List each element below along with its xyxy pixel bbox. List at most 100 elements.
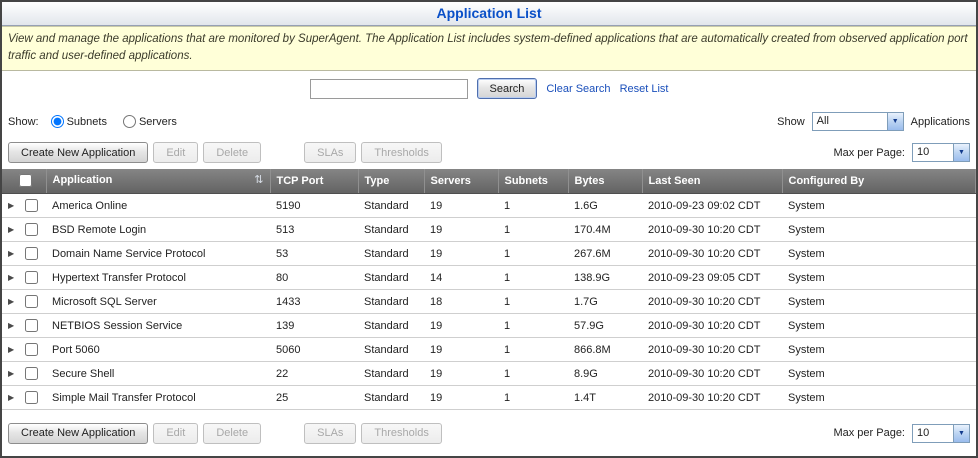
cell-last-seen: 2010-09-30 10:20 CDT bbox=[642, 338, 782, 362]
select-all-checkbox[interactable] bbox=[19, 174, 32, 187]
application-filter: Show All ▼ Applications bbox=[777, 112, 970, 131]
cell-configured-by: System bbox=[782, 218, 976, 242]
expand-arrow-icon[interactable]: ▶ bbox=[8, 393, 22, 402]
show-filter-select-value: All bbox=[813, 113, 887, 130]
clear-search-link[interactable]: Clear Search bbox=[546, 83, 610, 95]
cell-last-seen: 2010-09-30 10:20 CDT bbox=[642, 386, 782, 410]
subnets-radio[interactable] bbox=[51, 115, 64, 128]
cell-last-seen: 2010-09-30 10:20 CDT bbox=[642, 314, 782, 338]
cell-type: Standard bbox=[358, 266, 424, 290]
cell-servers: 19 bbox=[424, 338, 498, 362]
expand-arrow-icon[interactable]: ▶ bbox=[8, 345, 22, 354]
servers-radio[interactable] bbox=[123, 115, 136, 128]
row-checkbox[interactable] bbox=[25, 367, 38, 380]
show-filter-select[interactable]: All ▼ bbox=[812, 112, 904, 131]
expand-arrow-icon[interactable]: ▶ bbox=[8, 273, 22, 282]
table-row: ▶ BSD Remote Login 513 Standard 19 1 170… bbox=[2, 218, 976, 242]
info-banner: View and manage the applications that ar… bbox=[2, 26, 976, 71]
edit-button[interactable]: Edit bbox=[153, 142, 198, 163]
cell-subnets: 1 bbox=[498, 314, 568, 338]
row-select-cell: ▶ bbox=[2, 386, 46, 410]
row-checkbox[interactable] bbox=[25, 295, 38, 308]
row-checkbox[interactable] bbox=[25, 343, 38, 356]
delete-button[interactable]: Delete bbox=[203, 142, 261, 163]
cell-type: Standard bbox=[358, 242, 424, 266]
show-label: Show: bbox=[8, 116, 39, 128]
max-per-page-control-top: Max per Page: 10 ▼ bbox=[833, 143, 970, 162]
sort-icon[interactable]: ⇅ bbox=[254, 174, 263, 187]
chevron-down-icon: ▼ bbox=[887, 113, 903, 130]
thresholds-button[interactable]: Thresholds bbox=[361, 142, 441, 163]
cell-type: Standard bbox=[358, 290, 424, 314]
cell-servers: 19 bbox=[424, 362, 498, 386]
application-list-page: Application List View and manage the app… bbox=[0, 0, 978, 458]
cell-bytes: 8.9G bbox=[568, 362, 642, 386]
expand-arrow-icon[interactable]: ▶ bbox=[8, 249, 22, 258]
cell-tcp-port: 25 bbox=[270, 386, 358, 410]
row-select-cell: ▶ bbox=[2, 242, 46, 266]
reset-list-link[interactable]: Reset List bbox=[620, 83, 669, 95]
cell-bytes: 1.4T bbox=[568, 386, 642, 410]
cell-type: Standard bbox=[358, 338, 424, 362]
max-per-page-select-bottom[interactable]: 10 ▼ bbox=[912, 424, 970, 443]
column-header-type: Type bbox=[358, 169, 424, 194]
slas-button[interactable]: SLAs bbox=[304, 142, 356, 163]
search-input[interactable] bbox=[310, 79, 468, 99]
cell-last-seen: 2010-09-30 10:20 CDT bbox=[642, 242, 782, 266]
cell-servers: 18 bbox=[424, 290, 498, 314]
search-button[interactable]: Search bbox=[477, 78, 538, 99]
row-checkbox[interactable] bbox=[25, 247, 38, 260]
cell-application: Secure Shell bbox=[46, 362, 270, 386]
delete-button-bottom[interactable]: Delete bbox=[203, 423, 261, 444]
cell-application: America Online bbox=[46, 194, 270, 218]
column-header-application: Application ⇅ bbox=[46, 169, 270, 194]
chevron-down-icon: ▼ bbox=[953, 144, 969, 161]
expand-arrow-icon[interactable]: ▶ bbox=[8, 297, 22, 306]
slas-button-bottom[interactable]: SLAs bbox=[304, 423, 356, 444]
row-checkbox[interactable] bbox=[25, 319, 38, 332]
table-row: ▶ Secure Shell 22 Standard 19 1 8.9G 201… bbox=[2, 362, 976, 386]
column-header-servers: Servers bbox=[424, 169, 498, 194]
cell-type: Standard bbox=[358, 194, 424, 218]
expand-arrow-icon[interactable]: ▶ bbox=[8, 369, 22, 378]
row-select-cell: ▶ bbox=[2, 194, 46, 218]
cell-subnets: 1 bbox=[498, 218, 568, 242]
toolbar-bottom: Create New Application Edit Delete SLAs … bbox=[2, 417, 976, 449]
cell-tcp-port: 53 bbox=[270, 242, 358, 266]
cell-application: Simple Mail Transfer Protocol bbox=[46, 386, 270, 410]
row-checkbox[interactable] bbox=[25, 223, 38, 236]
column-header-tcp-port: TCP Port bbox=[270, 169, 358, 194]
cell-bytes: 1.7G bbox=[568, 290, 642, 314]
thresholds-button-bottom[interactable]: Thresholds bbox=[361, 423, 441, 444]
subnets-radio-label: Subnets bbox=[67, 116, 107, 128]
expand-arrow-icon[interactable]: ▶ bbox=[8, 225, 22, 234]
cell-subnets: 1 bbox=[498, 362, 568, 386]
cell-configured-by: System bbox=[782, 338, 976, 362]
row-select-cell: ▶ bbox=[2, 314, 46, 338]
cell-tcp-port: 1433 bbox=[270, 290, 358, 314]
edit-button-bottom[interactable]: Edit bbox=[153, 423, 198, 444]
row-checkbox[interactable] bbox=[25, 271, 38, 284]
applications-table: Application ⇅ TCP Port Type Servers Subn… bbox=[2, 169, 976, 411]
cell-subnets: 1 bbox=[498, 290, 568, 314]
chevron-down-icon: ▼ bbox=[953, 425, 969, 442]
cell-configured-by: System bbox=[782, 386, 976, 410]
cell-application: Port 5060 bbox=[46, 338, 270, 362]
cell-last-seen: 2010-09-23 09:05 CDT bbox=[642, 266, 782, 290]
create-new-application-button-bottom[interactable]: Create New Application bbox=[8, 423, 148, 444]
cell-tcp-port: 513 bbox=[270, 218, 358, 242]
cell-subnets: 1 bbox=[498, 386, 568, 410]
cell-servers: 19 bbox=[424, 242, 498, 266]
cell-servers: 19 bbox=[424, 218, 498, 242]
cell-last-seen: 2010-09-30 10:20 CDT bbox=[642, 290, 782, 314]
expand-arrow-icon[interactable]: ▶ bbox=[8, 201, 22, 210]
row-select-cell: ▶ bbox=[2, 290, 46, 314]
expand-arrow-icon[interactable]: ▶ bbox=[8, 321, 22, 330]
max-per-page-select-top[interactable]: 10 ▼ bbox=[912, 143, 970, 162]
row-checkbox[interactable] bbox=[25, 391, 38, 404]
table-row: ▶ Simple Mail Transfer Protocol 25 Stand… bbox=[2, 386, 976, 410]
create-new-application-button[interactable]: Create New Application bbox=[8, 142, 148, 163]
cell-servers: 19 bbox=[424, 314, 498, 338]
row-checkbox[interactable] bbox=[25, 199, 38, 212]
row-select-cell: ▶ bbox=[2, 218, 46, 242]
